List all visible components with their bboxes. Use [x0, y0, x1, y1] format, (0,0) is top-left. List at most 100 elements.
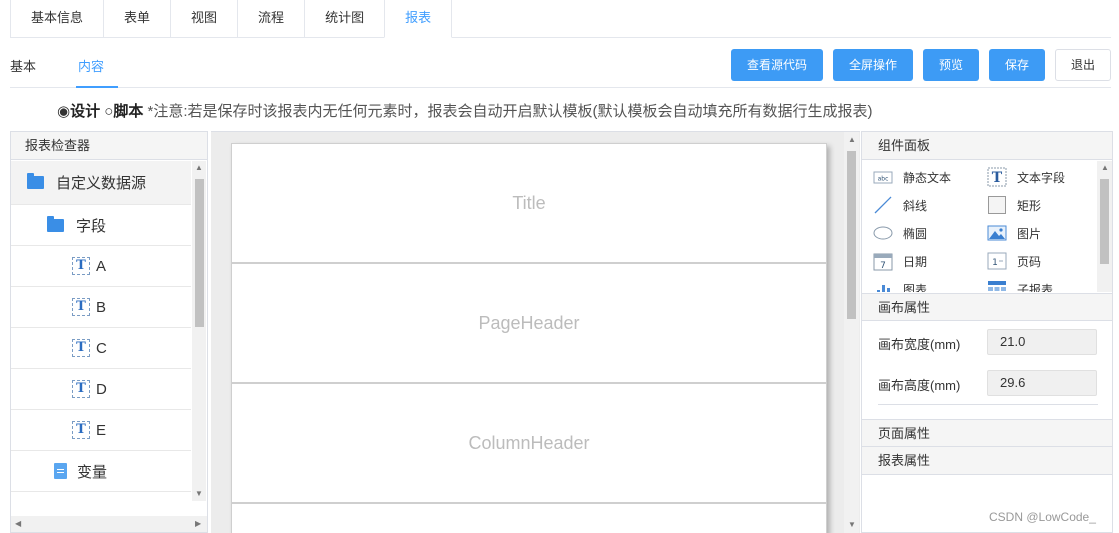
tab-view[interactable]: 视图	[170, 0, 239, 38]
component-palette: abc 静态文本 T 文本字段 斜线 矩形 椭圆 图片 7 日期 1 页码 图表…	[862, 161, 1096, 292]
report-page[interactable]: Title PageHeader ColumnHeader	[231, 143, 827, 533]
component-ellipse[interactable]: 椭圆	[873, 223, 927, 243]
text-field-icon: T	[72, 421, 90, 439]
notice-text: *注意:若是保存时该报表内无任何元素时，报表会自动开启默认模板(默认模板会自动填…	[147, 103, 873, 120]
tab-flow[interactable]: 流程	[237, 0, 306, 38]
svg-text:T: T	[992, 170, 1003, 186]
svg-text:7: 7	[880, 261, 886, 271]
tab-form[interactable]: 表单	[103, 0, 172, 38]
canvas-width-input[interactable]: 21.0	[987, 329, 1097, 355]
component-subreport[interactable]: 子报表	[987, 279, 1053, 292]
component-text-field[interactable]: T 文本字段	[987, 167, 1065, 187]
bar-chart-icon	[877, 285, 890, 292]
component-chart[interactable]: 图表	[873, 279, 927, 292]
tree-item-label: A	[96, 257, 107, 275]
view-source-button[interactable]: 查看源代码	[731, 49, 823, 81]
diagonal-line-icon	[874, 196, 892, 214]
scroll-thumb[interactable]	[1100, 179, 1109, 264]
text-field-icon: T	[72, 380, 90, 398]
ellipse-icon	[873, 226, 893, 240]
tree-item-field[interactable]: T E	[11, 410, 191, 451]
canvas-props-title[interactable]: 画布属性	[862, 293, 1112, 321]
save-button[interactable]: 保存	[989, 49, 1045, 81]
svg-text:1: 1	[992, 258, 998, 268]
component-rectangle[interactable]: 矩形	[987, 195, 1041, 215]
canvas-width-label: 画布宽度(mm)	[878, 337, 961, 352]
design-radio[interactable]: ◉	[57, 103, 70, 120]
static-text-icon: abc	[873, 171, 893, 184]
design-canvas: Title PageHeader ColumnHeader ▲ ▼	[211, 131, 860, 533]
text-field-icon: T	[987, 167, 1007, 187]
scroll-up-icon[interactable]: ▲	[1101, 163, 1109, 172]
preview-button[interactable]: 预览	[923, 49, 979, 81]
component-page-number[interactable]: 1 页码	[987, 251, 1041, 271]
scroll-up-icon[interactable]: ▲	[195, 163, 203, 172]
design-label[interactable]: 设计	[70, 103, 100, 120]
scroll-thumb[interactable]	[195, 179, 204, 327]
tree-item-datasource[interactable]: 自定义数据源	[11, 161, 191, 205]
component-panel-title: 组件面板	[862, 132, 1112, 160]
subtab-basic[interactable]: 基本	[10, 56, 36, 75]
scroll-left-icon[interactable]: ◀	[15, 519, 21, 528]
script-label[interactable]: 脚本	[113, 103, 143, 120]
palette-vertical-scrollbar[interactable]: ▲	[1097, 161, 1112, 292]
scroll-up-icon[interactable]: ▲	[848, 135, 856, 144]
tree-item-label: 变量	[77, 463, 108, 481]
image-icon	[987, 225, 1007, 241]
fullscreen-button[interactable]: 全屏操作	[833, 49, 913, 81]
scroll-thumb[interactable]	[847, 151, 856, 319]
component-static-text[interactable]: abc 静态文本	[873, 167, 951, 187]
text-field-icon: T	[72, 298, 90, 316]
tab-basic-info[interactable]: 基本信息	[10, 0, 105, 38]
tree-item-variables[interactable]: 变量	[11, 451, 191, 492]
component-date[interactable]: 7 日期	[873, 251, 927, 271]
tree-item-field[interactable]: T D	[11, 369, 191, 410]
inspector-horizontal-scrollbar[interactable]: ◀ ▶	[11, 516, 207, 532]
top-tab-bar: 基本信息 表单 视图 流程 统计图 报表	[10, 0, 1111, 38]
file-icon	[54, 463, 67, 479]
active-tab-indicator	[76, 86, 118, 88]
inspector-title: 报表检查器	[11, 132, 207, 160]
text-field-icon: T	[72, 339, 90, 357]
folder-icon	[27, 173, 44, 189]
subreport-icon	[988, 281, 1006, 291]
subtab-content[interactable]: 内容	[78, 56, 104, 75]
tree-item-field[interactable]: T B	[11, 287, 191, 328]
right-panel: 组件面板 abc 静态文本 T 文本字段 斜线 矩形 椭圆 图片 7 日期 1 …	[861, 131, 1113, 533]
mode-selector: ◉设计 ○脚本 *注意:若是保存时该报表内无任何元素时，报表会自动开启默认模板(…	[57, 100, 873, 121]
tree-item-label: D	[96, 380, 107, 398]
tree-item-label: E	[96, 421, 107, 439]
band-title[interactable]: Title	[232, 144, 826, 264]
scroll-right-icon[interactable]: ▶	[195, 519, 201, 528]
svg-text:abc: abc	[878, 176, 889, 183]
canvas-vertical-scrollbar[interactable]: ▲ ▼	[844, 132, 859, 533]
tree-item-label: B	[96, 298, 107, 316]
report-props-title[interactable]: 报表属性	[862, 447, 1112, 475]
page-props-title[interactable]: 页面属性	[862, 419, 1112, 447]
tree-item-fields[interactable]: 字段	[11, 205, 191, 246]
inspector-vertical-scrollbar[interactable]: ▲ ▼	[192, 161, 206, 501]
scroll-down-icon[interactable]: ▼	[195, 489, 203, 498]
canvas-height-input[interactable]: 29.6	[987, 370, 1097, 396]
report-inspector: 报表检查器 自定义数据源 字段 T A T B T C T D T E 变量 ▲…	[10, 131, 208, 533]
tab-report[interactable]: 报表	[384, 0, 453, 38]
divider	[878, 404, 1098, 405]
text-field-icon: T	[72, 257, 90, 275]
tree-item-label: 字段	[76, 217, 107, 235]
calendar-icon: 7	[873, 253, 893, 271]
scroll-down-icon[interactable]: ▼	[848, 520, 856, 529]
band-page-header[interactable]: PageHeader	[232, 264, 826, 384]
canvas-height-label: 画布高度(mm)	[878, 378, 961, 393]
watermark: CSDN @LowCode_	[989, 510, 1096, 524]
tree-item-field[interactable]: T A	[11, 246, 191, 287]
script-radio[interactable]: ○	[104, 103, 113, 120]
exit-button[interactable]: 退出	[1055, 49, 1111, 81]
component-image[interactable]: 图片	[987, 223, 1041, 243]
inspector-tree: 自定义数据源 字段 T A T B T C T D T E 变量	[11, 161, 191, 501]
band-column-header[interactable]: ColumnHeader	[232, 384, 826, 504]
tree-item-label: C	[96, 339, 107, 357]
tree-item-label: 自定义数据源	[56, 175, 147, 192]
tree-item-field[interactable]: T C	[11, 328, 191, 369]
component-line[interactable]: 斜线	[873, 195, 927, 215]
tab-statistics[interactable]: 统计图	[304, 0, 386, 38]
